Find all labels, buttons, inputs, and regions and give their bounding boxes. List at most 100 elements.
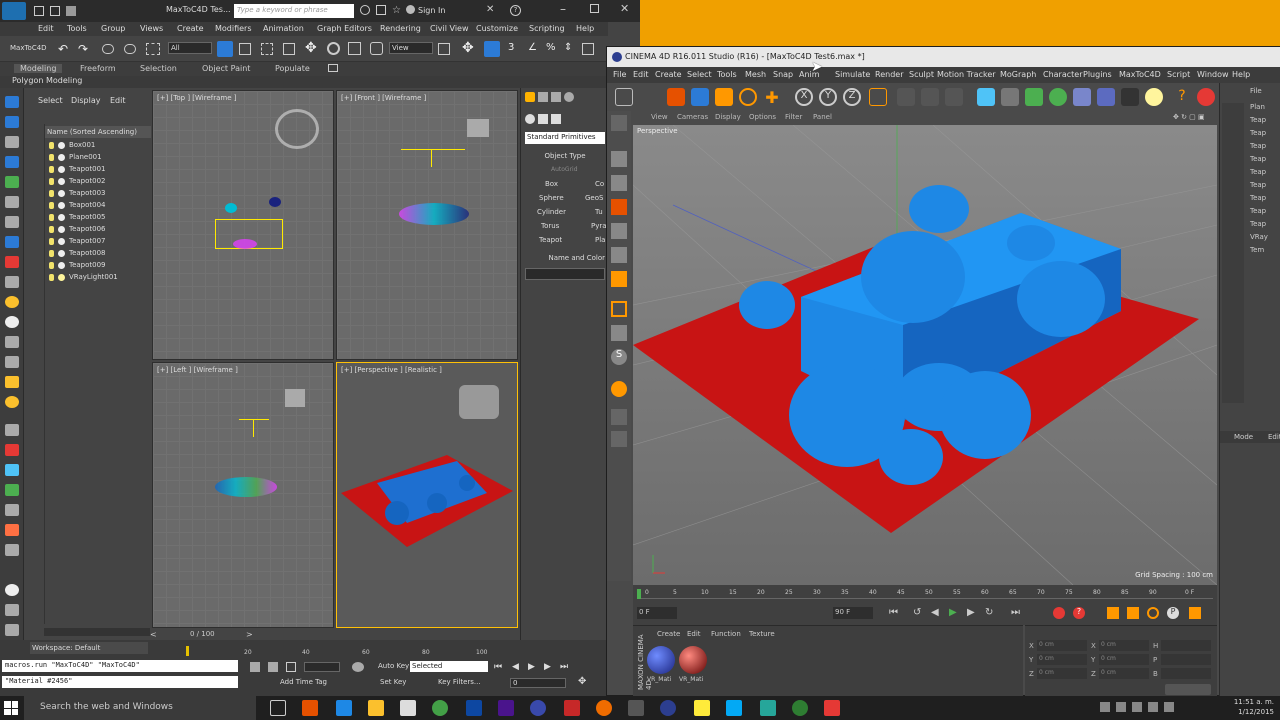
angle-snap-icon[interactable]: ∠ [528, 42, 537, 53]
menu-rendering[interactable]: Rendering [380, 24, 421, 33]
visibility-icon[interactable] [49, 165, 54, 173]
geometry-cat-icon[interactable] [525, 114, 535, 124]
play-icon[interactable]: ▶ [528, 662, 535, 672]
chrome-icon[interactable] [432, 700, 448, 716]
mat-menu-create[interactable]: Create [657, 630, 680, 638]
visibility-icon[interactable] [49, 189, 54, 197]
display-icon[interactable] [5, 444, 19, 456]
c4d-menu-sculpt[interactable]: Sculpt [909, 70, 934, 79]
se-row-teapot002[interactable]: Teapot002 [49, 177, 106, 189]
geosphere-button[interactable]: GeoS [585, 194, 603, 206]
cameras-icon[interactable] [5, 236, 19, 248]
utilities-icon[interactable] [5, 464, 19, 476]
torus-button[interactable]: Torus [541, 222, 559, 234]
placement-icon[interactable] [370, 42, 383, 55]
prev-frame-icon[interactable]: ◀ [512, 662, 519, 672]
groups-icon[interactable] [5, 356, 19, 368]
viewport-top[interactable]: [+] [Top ] [Wireframe ] [152, 90, 334, 360]
c4d-menu-simulate[interactable]: Simulate [835, 70, 870, 79]
om-row[interactable]: Teap [1250, 168, 1266, 178]
move-tool-icon[interactable] [691, 88, 709, 106]
select-manipulate-icon[interactable]: ✥ [462, 40, 474, 56]
move-icon[interactable]: ✥ [305, 40, 317, 56]
key-position-icon[interactable] [1107, 607, 1119, 619]
bones-icon[interactable] [5, 296, 19, 308]
store-icon[interactable] [400, 700, 416, 716]
om-row[interactable]: Teap [1250, 181, 1266, 191]
key-pla-icon[interactable] [1189, 607, 1201, 619]
se-row-box001[interactable]: Box001 [49, 141, 95, 153]
max-search-input[interactable]: Type a keyword or phrase [234, 4, 354, 18]
viewcube-icon[interactable] [285, 389, 305, 407]
key-filter-dropdown[interactable]: Selected [410, 661, 488, 672]
record-icon[interactable] [1053, 607, 1065, 619]
tweak-icon[interactable] [611, 325, 627, 341]
soft-selection-icon[interactable] [611, 381, 627, 397]
se-horizontal-scrollbar[interactable] [44, 628, 150, 636]
mat-menu-texture[interactable]: Texture [749, 630, 775, 638]
c4d-menu-mesh[interactable]: Mesh [745, 70, 766, 79]
box-button[interactable]: Box [545, 180, 558, 192]
menu-scripting[interactable]: Scripting [529, 24, 565, 33]
menu-modifiers[interactable]: Modifiers [215, 24, 252, 33]
c4d-menu-plugins[interactable]: Plugins [1083, 70, 1112, 79]
rot-h-field[interactable] [1161, 640, 1211, 651]
set-key-button[interactable]: Set Key [380, 678, 406, 686]
c4d-menu-render[interactable]: Render [875, 70, 903, 79]
start-button[interactable] [4, 701, 18, 715]
undo-icon[interactable] [615, 88, 633, 106]
edges-mode-icon[interactable] [611, 247, 627, 263]
max-task-icon[interactable] [760, 700, 776, 716]
key-filters-button[interactable]: Key Filters... [438, 678, 481, 686]
se-row-teapot005[interactable]: Teapot005 [49, 213, 106, 225]
visibility-icon[interactable] [49, 261, 54, 269]
mat-menu-edit[interactable]: Edit [687, 630, 701, 638]
bind-spacewarp-icon[interactable] [146, 43, 160, 55]
x-coord-field[interactable] [304, 662, 340, 672]
particles-icon[interactable] [5, 316, 19, 328]
save-icon[interactable] [66, 6, 76, 16]
pos-x-field[interactable]: 0 cm [1037, 640, 1087, 651]
c4d-menu-window[interactable]: Window [1197, 70, 1229, 79]
lock-icon[interactable] [250, 662, 260, 672]
maximize-button[interactable] [590, 4, 599, 13]
next-frame-icon[interactable]: ▶ [544, 662, 551, 672]
visibility-icon[interactable] [49, 201, 54, 209]
key-rotation-icon[interactable] [1147, 607, 1159, 619]
skype-icon[interactable] [726, 700, 742, 716]
vp-perspective-label[interactable]: Perspective [637, 127, 678, 135]
lock-icon[interactable] [611, 431, 627, 447]
pos-z-field[interactable]: 0 cm [1037, 668, 1087, 679]
help-icon[interactable]: ? [1173, 88, 1191, 106]
se-row-plane001[interactable]: Plane001 [49, 153, 102, 165]
c4d-task-icon[interactable] [660, 700, 676, 716]
prev-key-icon[interactable]: ↺ [913, 607, 921, 618]
rot-p-field[interactable] [1161, 654, 1211, 665]
tab-modeling[interactable]: Modeling [14, 64, 63, 73]
sphere-button[interactable]: Sphere [539, 194, 564, 206]
om-row[interactable]: Plan [1250, 103, 1265, 113]
c4d-menu-file[interactable]: File [613, 70, 626, 79]
track-bar[interactable]: 20 40 60 80 100 [150, 642, 608, 656]
c4d-menu-snap[interactable]: Snap [773, 70, 793, 79]
cube-icon[interactable] [977, 88, 995, 106]
goto-start-icon[interactable]: ⏮ [494, 662, 502, 672]
size-x-field[interactable]: 0 cm [1099, 640, 1149, 651]
star-icon[interactable]: ☆ [392, 5, 401, 16]
visibility-icon[interactable] [49, 237, 54, 245]
object-type-section[interactable]: Object Type [525, 152, 605, 164]
create-tab-icon[interactable] [525, 92, 535, 102]
scale-tool-icon[interactable] [715, 88, 733, 106]
modify-tab-icon[interactable] [538, 92, 548, 102]
helpers-icon[interactable] [5, 256, 19, 268]
signin-link[interactable]: Sign In [418, 6, 445, 15]
material-swatch-red[interactable] [679, 646, 707, 674]
c4d-menu-maxtoc4d[interactable]: MaxToC4D [1119, 70, 1161, 79]
menu-graph-editors[interactable]: Graph Editors [317, 24, 372, 33]
floor-icon[interactable] [1097, 88, 1115, 106]
open-icon[interactable] [50, 6, 60, 16]
axis-mode-icon[interactable] [611, 301, 627, 317]
frame-counter[interactable]: 0 / 100 [190, 630, 215, 638]
binoculars-icon[interactable] [360, 5, 370, 15]
c4d-viewport[interactable]: Perspective Grid Spacing : 100 cm [633, 125, 1217, 585]
